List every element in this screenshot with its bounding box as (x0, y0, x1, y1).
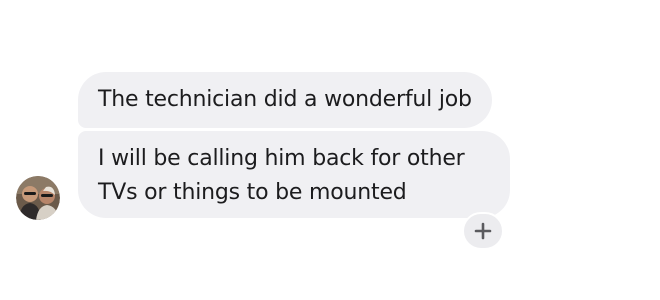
message-text: I will be calling him back for other TVs… (98, 146, 465, 205)
message-thread: The technician did a wonderful job I wil… (0, 0, 660, 300)
photo-avatar-icon (16, 176, 60, 220)
add-reaction-button[interactable] (462, 212, 504, 250)
plus-icon (474, 222, 492, 240)
message-bubble[interactable]: The technician did a wonderful job (78, 72, 492, 128)
message-text: The technician did a wonderful job (98, 87, 472, 112)
message-bubble[interactable]: I will be calling him back for other TVs… (78, 131, 510, 218)
sender-avatar[interactable] (16, 176, 60, 220)
